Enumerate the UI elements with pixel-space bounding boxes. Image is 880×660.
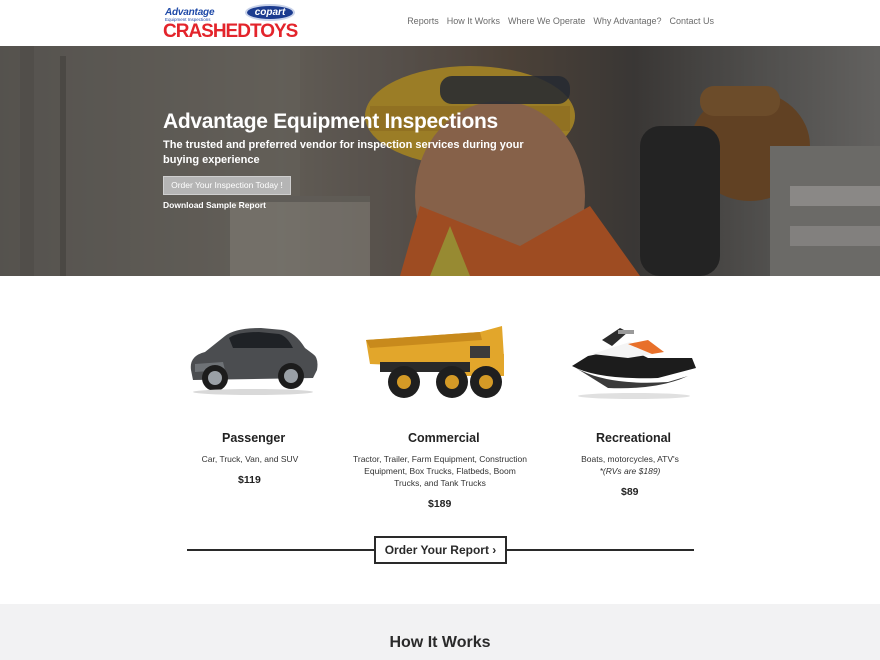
hero-banner: Advantage Equipment Inspections The trus… — [0, 46, 880, 276]
site-header: Advantage Equipment Inspections copart C… — [0, 0, 880, 46]
main-nav: Reports How It Works Where We Operate Wh… — [407, 16, 714, 26]
service-price-recreational: $89 — [621, 486, 639, 498]
nav-item-how-it-works[interactable]: How It Works — [447, 16, 500, 26]
suv-car-image — [190, 328, 318, 395]
crashedtoys-logo[interactable]: Advantage Equipment Inspections copart C… — [163, 3, 298, 43]
service-note-recreational: *(RVs are $189) — [599, 466, 661, 476]
hero-subtitle: The trusted and preferred vendor for ins… — [163, 139, 524, 166]
service-price-passenger: $119 — [238, 474, 261, 486]
service-desc-commercial: Tractor, Trailer, Farm Equipment, Constr… — [353, 454, 527, 488]
order-inspection-button[interactable]: Order Your Inspection Today ! — [163, 176, 291, 195]
nav-item-why-advantage[interactable]: Why Advantage? — [593, 16, 661, 26]
logo-crashedtoys-text: CRASHEDTOYS — [163, 21, 298, 42]
nav-item-contact-us[interactable]: Contact Us — [669, 16, 714, 26]
service-title-recreational: Recreational — [596, 431, 672, 445]
nav-item-where-we-operate[interactable]: Where We Operate — [508, 16, 585, 26]
service-title-passenger: Passenger — [222, 431, 286, 445]
service-desc-passenger: Car, Truck, Van, and SUV — [201, 454, 299, 464]
service-desc-recreational: Boats, motorcycles, ATV's *(RVs are $189… — [560, 453, 700, 477]
nav-item-reports[interactable]: Reports — [407, 16, 439, 26]
how-it-works-title: How It Works — [389, 634, 491, 651]
download-sample-report-link[interactable]: Download Sample Report — [163, 200, 266, 210]
service-desc-recreational-text: Boats, motorcycles, ATV's — [581, 454, 679, 464]
dump-truck-image — [366, 326, 504, 398]
order-divider-left — [187, 549, 374, 551]
order-report-button[interactable]: Order Your Report › — [374, 536, 507, 564]
jet-ski-image — [572, 328, 696, 399]
order-divider-right — [507, 549, 694, 551]
service-title-commercial: Commercial — [408, 431, 480, 445]
logo-copart-badge: copart — [245, 4, 295, 21]
hero-title: Advantage Equipment Inspections — [163, 110, 498, 133]
service-price-commercial: $189 — [428, 498, 452, 510]
